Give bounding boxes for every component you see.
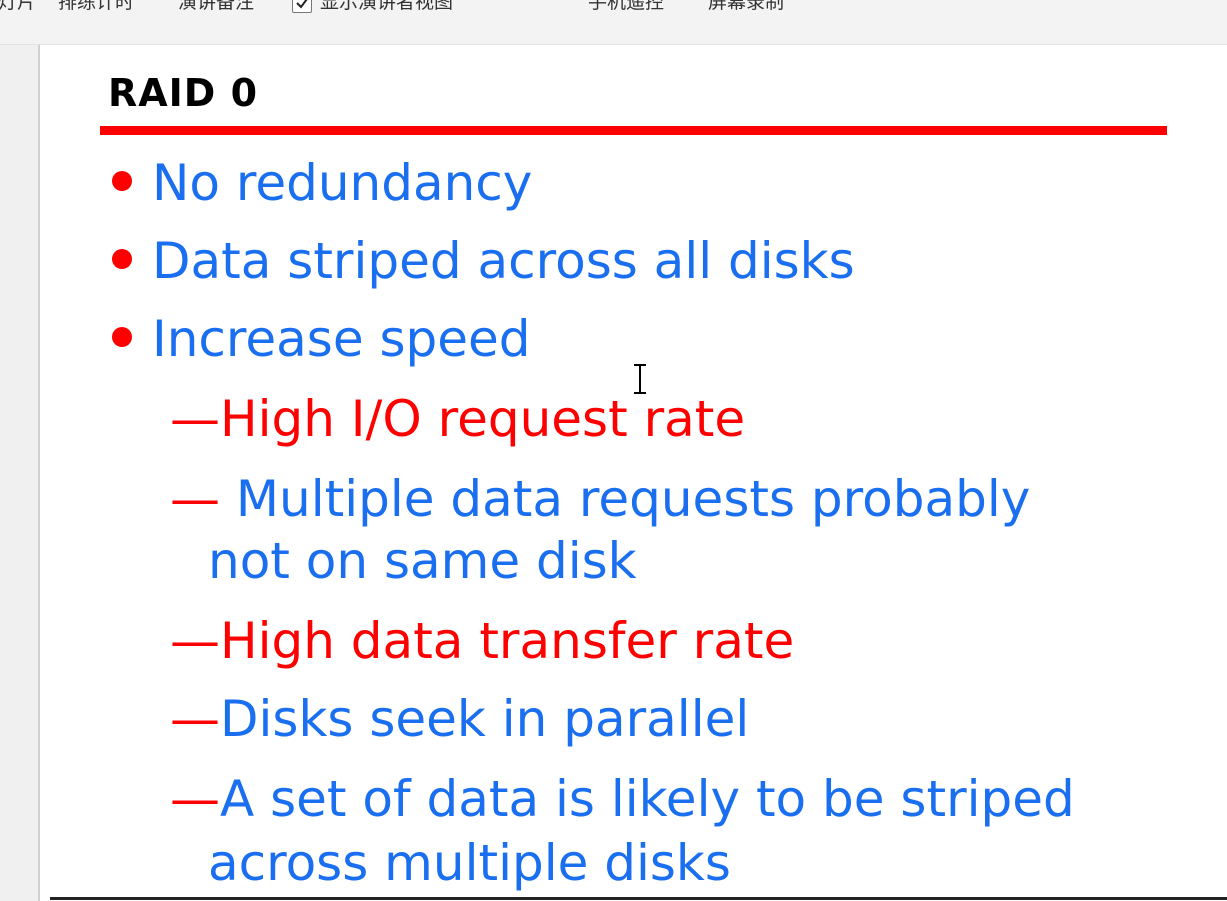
sub-item-dash: — [170, 770, 220, 828]
title-underline [100, 126, 1167, 135]
sub-item-continuation: not on same disk [208, 532, 637, 590]
bullet-item: No redundancy [112, 151, 532, 215]
presentation-toolbar: 灯片 排练计时 演讲备注 显示演讲者视图 手机遥控 屏幕录制 [0, 0, 1227, 45]
sub-item-dash: — [170, 612, 220, 670]
bullet-dot-icon [112, 248, 132, 269]
sub-item: —Disks seek in parallel [170, 687, 749, 751]
sub-item-text: High data transfer rate [220, 612, 795, 670]
sub-item-text: High I/O request rate [220, 390, 746, 448]
toolbar-rehearse-timing-button[interactable]: 排练计时 [58, 0, 134, 14]
sub-item-text: Multiple data requests probably [220, 470, 1031, 528]
sub-item: —A set of data is likely to be striped [170, 767, 1075, 831]
slide-title: RAID 0 [108, 71, 259, 115]
bullet-item: Increase speed [112, 307, 531, 371]
sub-item-continuation: across multiple disks [208, 834, 731, 892]
sub-item-text: A set of data is likely to be striped [220, 770, 1075, 828]
bullet-dot-icon [112, 170, 132, 191]
sub-item: — Multiple data requests probably [170, 467, 1030, 531]
bullet-text: Data striped across all disks [152, 232, 855, 290]
i-beam-cursor-icon [634, 364, 646, 394]
slide-bottom-border [50, 897, 1227, 900]
presenter-view-checkbox[interactable] [292, 0, 312, 13]
toolbar-screen-record-button[interactable]: 屏幕录制 [708, 0, 784, 14]
sub-item-dash: — [170, 690, 220, 748]
sub-item-text: Disks seek in parallel [220, 690, 750, 748]
sub-item-dash: — [170, 390, 220, 448]
toolbar-slides-button[interactable]: 灯片 [0, 0, 36, 14]
bullet-text: Increase speed [152, 310, 531, 368]
slide-thumbnail-pane[interactable] [0, 45, 40, 901]
bullet-item: Data striped across all disks [112, 229, 855, 293]
bullet-text: No redundancy [152, 154, 533, 212]
toolbar-presenter-view-label[interactable]: 显示演讲者视图 [320, 0, 453, 14]
sub-item: —High data transfer rate [170, 609, 794, 673]
bullet-dot-icon [112, 326, 132, 347]
toolbar-phone-remote-button[interactable]: 手机遥控 [588, 0, 664, 14]
toolbar-speaker-notes-button[interactable]: 演讲备注 [178, 0, 254, 14]
checkmark-icon [296, 0, 308, 9]
sub-item-dash: — [170, 470, 220, 528]
sub-item: —High I/O request rate [170, 387, 745, 451]
slide-canvas[interactable]: RAID 0 No redundancy Data striped across… [40, 45, 1227, 901]
